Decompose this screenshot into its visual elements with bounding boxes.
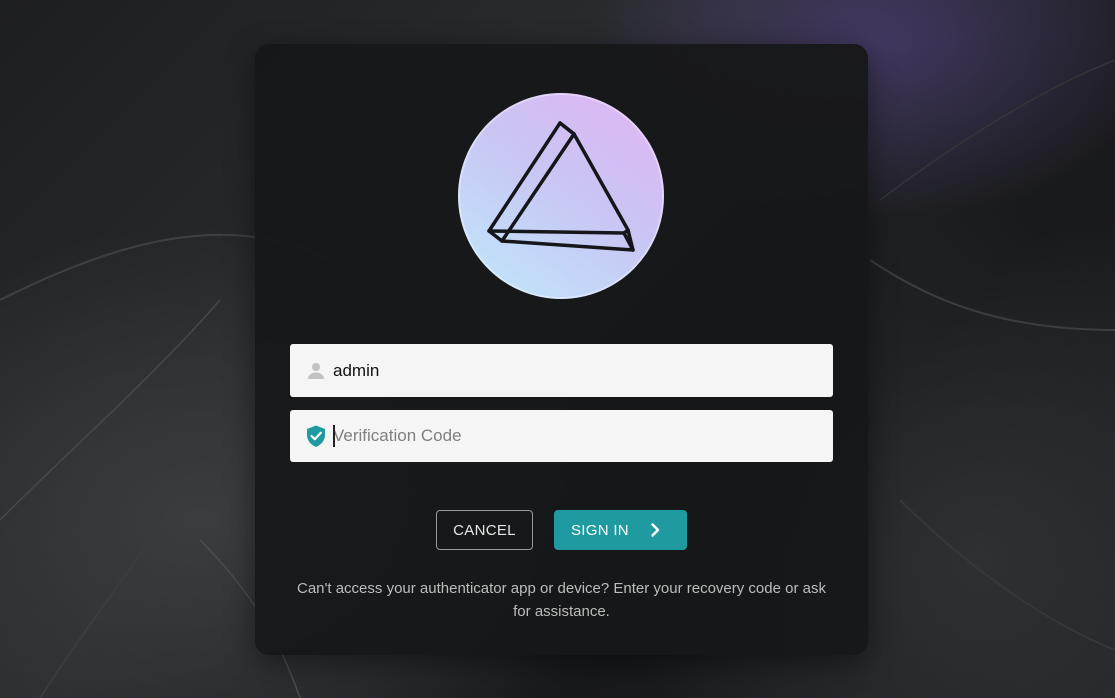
prism-logo [458,93,664,299]
cancel-button-label: CANCEL [453,521,516,539]
chevron-right-icon [645,520,665,540]
verification-code-input[interactable] [333,410,821,462]
verification-code-field[interactable] [290,410,833,462]
recovery-help-text: Can't access your authenticator app or d… [297,580,826,620]
sign-in-button-label: SIGN IN [571,521,629,539]
shield-check-icon [304,424,328,448]
sign-in-button[interactable]: SIGN IN [554,510,687,550]
username-input[interactable] [333,344,821,397]
login-card: CANCEL SIGN IN Can't access your authent… [255,44,868,655]
username-field[interactable] [290,344,833,397]
cancel-button[interactable]: CANCEL [436,510,533,550]
text-caret [333,425,335,447]
person-icon [304,359,328,383]
